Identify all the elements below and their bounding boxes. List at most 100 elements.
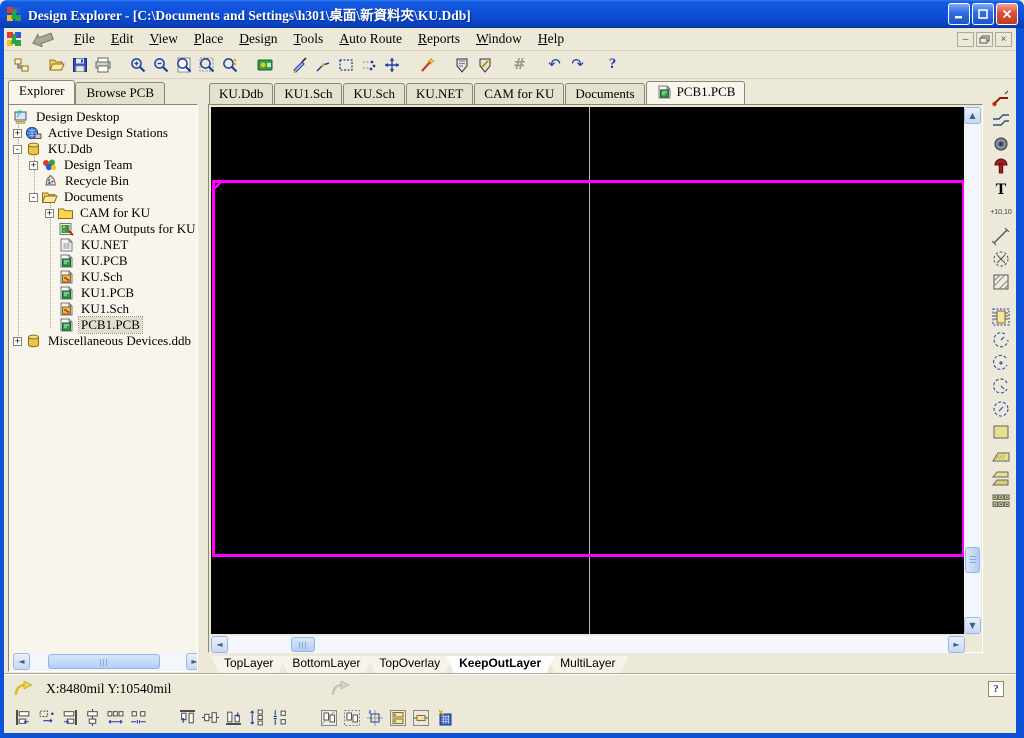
menu-help[interactable]: Help <box>530 29 572 49</box>
tree-item-design-desktop[interactable]: Design Desktop <box>13 109 121 125</box>
undo-icon[interactable]: ↶ <box>543 53 566 76</box>
scroll-left-icon[interactable]: ◄ <box>13 653 30 670</box>
tree-item-ku-pcb[interactable]: KU.PCB <box>58 253 130 269</box>
toggle-grid-icon[interactable]: # <box>508 53 531 76</box>
down-arrow-icon[interactable] <box>30 32 56 47</box>
expand-toggle[interactable]: - <box>29 192 38 202</box>
doc-tab-cam-for-ku[interactable]: CAM for KU <box>474 83 565 104</box>
multiple-traces-icon[interactable] <box>989 109 1013 132</box>
align-right-icon[interactable] <box>58 706 81 729</box>
menu-view[interactable]: View <box>142 29 186 49</box>
maximize-button[interactable] <box>972 3 994 25</box>
align-top-icon[interactable] <box>176 706 199 729</box>
setup-drc-icon[interactable] <box>473 53 496 76</box>
space-equal-horizontal-icon[interactable] <box>127 706 150 729</box>
tree-item-recycle-bin[interactable]: Recycle Bin <box>42 173 131 189</box>
arc-edge-icon[interactable] <box>989 328 1013 351</box>
layer-tab-keepoutlayer[interactable]: KeepOutLayer <box>446 656 554 673</box>
clear-selection-icon[interactable] <box>357 53 380 76</box>
menu-design[interactable]: Design <box>231 29 285 49</box>
scroll-down-icon[interactable]: ▼ <box>964 617 981 634</box>
interactive-routing-icon[interactable] <box>989 86 1013 109</box>
close-button[interactable] <box>996 3 1018 25</box>
slice-tracks-icon[interactable] <box>288 53 311 76</box>
distribute-vertical-icon[interactable] <box>245 706 268 729</box>
place-fill-icon[interactable] <box>989 420 1013 443</box>
space-equal-vertical-icon[interactable] <box>268 706 291 729</box>
scroll-right-icon[interactable]: ► <box>186 653 197 670</box>
select-area-icon[interactable] <box>334 53 357 76</box>
toggle-explorer-panel-icon[interactable] <box>10 53 33 76</box>
redo-icon[interactable]: ↷ <box>566 53 589 76</box>
menu-tools[interactable]: Tools <box>285 29 331 49</box>
doc-tab-ku1-sch[interactable]: KU1.Sch <box>274 83 343 104</box>
tree-horizontal-scrollbar[interactable]: ◄ ► <box>13 653 197 670</box>
tab-explorer[interactable]: Explorer <box>8 80 76 104</box>
canvas-horizontal-scrollbar[interactable]: ◄ ► <box>211 636 965 653</box>
scrollbar-thumb[interactable] <box>48 654 160 669</box>
doc-tab-pcb1-pcb[interactable]: PCB1.PCB <box>645 81 746 104</box>
layer-tab-bottomlayer[interactable]: BottomLayer <box>279 656 373 673</box>
tree-item-ku-net[interactable]: KU.NET <box>58 237 130 253</box>
layer-tab-multilayer[interactable]: MultiLayer <box>547 656 628 673</box>
center-vertical-icon[interactable] <box>199 706 222 729</box>
cross-probe-arrow-icon[interactable] <box>14 681 36 697</box>
place-coordinate-icon[interactable]: +10,10 <box>989 201 1013 224</box>
open-document-icon[interactable] <box>45 53 68 76</box>
doc-tab-ku-sch[interactable]: KU.Sch <box>343 83 405 104</box>
title-bar[interactable]: Design Explorer - [C:\Documents and Sett… <box>0 0 1024 28</box>
tree-item-ku1-pcb[interactable]: KU1.PCB <box>58 285 136 301</box>
expand-toggle[interactable]: + <box>45 208 54 218</box>
arrange-within-room-icon[interactable] <box>317 706 340 729</box>
browse-spreadsheet-icon[interactable] <box>253 53 276 76</box>
tree-item-design-team[interactable]: + Design Team <box>29 157 135 173</box>
tree-item-active-design-stations[interactable]: + Active Design Stations <box>13 125 170 141</box>
expand-toggle[interactable]: - <box>13 144 22 154</box>
menu-reports[interactable]: Reports <box>410 29 468 49</box>
tree-item-pcb1-pcb[interactable]: PCB1.PCB <box>58 316 143 334</box>
doc-tab-ku-net[interactable]: KU.NET <box>405 83 474 104</box>
help-bubble-icon[interactable]: ? <box>988 681 1004 697</box>
layer-tab-topoverlay[interactable]: TopOverlay <box>366 656 453 673</box>
scrollbar-thumb[interactable] <box>291 637 315 652</box>
menu-edit[interactable]: Edit <box>103 29 142 49</box>
tree-item-ku-ddb[interactable]: - KU.Ddb <box>13 141 94 157</box>
distribute-horizontal-icon[interactable] <box>104 706 127 729</box>
doc-tab-documents[interactable]: Documents <box>565 83 645 104</box>
help-icon[interactable]: ? <box>601 53 624 76</box>
system-menu-icon[interactable] <box>6 31 22 47</box>
mdi-restore-button[interactable] <box>976 31 993 47</box>
tree-item-miscellaneous-devices[interactable]: + Miscellaneous Devices.ddb <box>13 333 193 349</box>
tree-item-cam-for-ku[interactable]: + CAM for KU <box>45 205 152 221</box>
scroll-left-icon[interactable]: ◄ <box>211 636 228 653</box>
align-bottom-icon[interactable] <box>222 706 245 729</box>
menu-file[interactable]: File <box>66 29 103 49</box>
arc-center-icon[interactable] <box>989 351 1013 374</box>
align-left-icon[interactable] <box>12 706 35 729</box>
zoom-in-icon[interactable] <box>126 53 149 76</box>
arrange-outside-board-icon[interactable] <box>340 706 363 729</box>
online-drc-icon[interactable] <box>450 53 473 76</box>
place-component-icon[interactable] <box>989 305 1013 328</box>
zoom-area-icon[interactable] <box>195 53 218 76</box>
split-plane-icon[interactable] <box>989 466 1013 489</box>
tree-item-ku-sch[interactable]: KU.Sch <box>58 269 125 285</box>
expand-toggle[interactable]: + <box>13 336 22 346</box>
component-to-grid-icon[interactable] <box>386 706 409 729</box>
tree-item-documents[interactable]: - Documents <box>29 189 125 205</box>
move-to-grid-icon[interactable] <box>35 706 58 729</box>
placement-rooms-icon[interactable] <box>432 706 455 729</box>
place-string-icon[interactable]: T <box>989 178 1013 201</box>
expand-toggle[interactable]: + <box>13 128 22 138</box>
save-icon[interactable] <box>68 53 91 76</box>
move-object-icon[interactable] <box>380 53 403 76</box>
pcb-canvas[interactable] <box>211 107 965 634</box>
place-pad-icon[interactable] <box>989 132 1013 155</box>
print-icon[interactable] <box>91 53 114 76</box>
zoom-selection-icon[interactable] <box>218 53 241 76</box>
place-dimension-icon[interactable] <box>989 224 1013 247</box>
keepout-board-outline[interactable] <box>212 180 965 557</box>
full-circle-icon[interactable] <box>989 397 1013 420</box>
center-horizontal-icon[interactable] <box>81 706 104 729</box>
arc-angle-icon[interactable] <box>989 374 1013 397</box>
